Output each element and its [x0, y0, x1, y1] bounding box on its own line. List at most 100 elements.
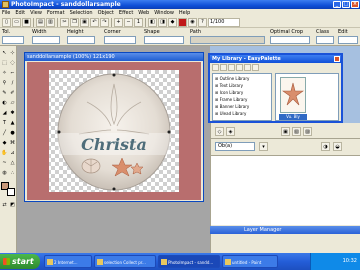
panel-tool-icon[interactable]: ◇	[215, 127, 224, 136]
menu-effect[interactable]: Effect	[119, 10, 133, 16]
close-icon[interactable]	[334, 56, 340, 62]
3d-tool-icon[interactable]: ◆	[1, 140, 8, 147]
eraser-tool-icon[interactable]: ▱	[9, 100, 16, 107]
library-add-icon[interactable]	[244, 64, 251, 71]
smudge-tool-icon[interactable]: ~	[1, 160, 8, 167]
menu-format[interactable]: Format	[47, 10, 65, 16]
selection-tool-icon[interactable]: ⬚	[1, 60, 8, 67]
line-tool-icon[interactable]: ╱	[1, 130, 8, 137]
panel-tool-icon[interactable]: ◈	[226, 127, 235, 136]
menu-help[interactable]: Help	[179, 10, 190, 16]
selection-handle[interactable]	[112, 73, 116, 77]
edit-field[interactable]	[338, 36, 358, 44]
paint-brush-icon[interactable]: ✎	[1, 90, 8, 97]
panel-option-icon[interactable]: ◑	[321, 142, 330, 151]
quick-command-icon[interactable]: ◆	[168, 17, 177, 27]
zoom-out-icon[interactable]: −	[124, 17, 133, 27]
panel-option-icon[interactable]: ▾	[259, 142, 268, 151]
panel-tool-icon[interactable]: ▨	[303, 127, 312, 136]
zoom-tool-icon[interactable]: ⚲	[1, 80, 8, 87]
scan-icon[interactable]: ▥	[46, 17, 55, 27]
help-icon[interactable]: ?	[198, 17, 207, 27]
web-icon[interactable]: ◉	[188, 17, 197, 27]
start-button[interactable]: start	[0, 254, 40, 269]
shape-tool-icon[interactable]: ●	[9, 130, 16, 137]
library-view-icon[interactable]	[236, 64, 243, 71]
library-forward-icon[interactable]	[228, 64, 235, 71]
close-button[interactable]: ×	[351, 1, 359, 8]
menu-view[interactable]: View	[30, 10, 42, 16]
library-item[interactable]: ⊞ Banner Library	[215, 104, 249, 109]
starfish-thumbnail[interactable]	[280, 77, 306, 113]
library-item[interactable]: ⊞ Ulead Library	[215, 111, 246, 116]
zoom-combo[interactable]: 1/100	[208, 17, 240, 27]
minimize-button[interactable]: _	[333, 1, 341, 8]
image-window-titlebar[interactable]: sanddollarsample (100%) 121x190	[25, 53, 203, 61]
maximize-button[interactable]: □	[342, 1, 350, 8]
taskbar-item-active[interactable]: PhotoImpact - sandd...	[158, 255, 220, 268]
path-buttons[interactable]	[190, 36, 265, 44]
clone-tool-icon[interactable]: ✐	[9, 90, 16, 97]
menu-object[interactable]: Object	[98, 10, 114, 16]
menu-edit[interactable]: Edit	[15, 10, 25, 16]
measure-tool-icon[interactable]: ⊿	[9, 150, 16, 157]
selection-handle[interactable]	[57, 130, 61, 134]
particle-tool-icon[interactable]: ∴	[9, 170, 16, 177]
open-folder-icon[interactable]: ▭	[12, 17, 21, 27]
library-home-icon[interactable]	[212, 64, 219, 71]
default-colors-icon[interactable]: ◩	[9, 202, 16, 209]
magic-wand-icon[interactable]: ✧	[1, 70, 8, 77]
sharpen-tool-icon[interactable]: △	[9, 160, 16, 167]
copy-icon[interactable]: ❐	[70, 17, 79, 27]
lasso-tool-icon[interactable]: ◌	[9, 60, 16, 67]
color-replace-icon[interactable]: ◍	[1, 170, 8, 177]
taskbar-item[interactable]: 2 Internet...	[44, 255, 92, 268]
pick-tool-icon[interactable]: ↖	[1, 50, 8, 57]
selection-handle[interactable]	[167, 130, 171, 134]
new-file-icon[interactable]: ▯	[2, 17, 11, 27]
taskbar-item[interactable]: selection Collect pr...	[94, 255, 156, 268]
hand-tool-icon[interactable]: ✋	[1, 150, 8, 157]
path-tool-icon[interactable]: ▲	[9, 120, 16, 127]
layer-manager-bar[interactable]: Layer Manager	[210, 226, 360, 234]
menu-selection[interactable]: Selection	[70, 10, 93, 16]
print-icon[interactable]: ▤	[36, 17, 45, 27]
fill-tool-icon[interactable]: ◢	[1, 110, 8, 117]
width-field[interactable]	[32, 36, 60, 44]
web-tool-icon[interactable]: ⌘	[9, 140, 16, 147]
panel-option-icon[interactable]: ◒	[333, 142, 342, 151]
library-item[interactable]: ⊞ Text Library	[215, 83, 243, 88]
shape-dropdown[interactable]	[144, 36, 184, 44]
text-tool-icon[interactable]: T	[1, 120, 8, 127]
clock[interactable]: 10:32	[343, 258, 357, 264]
library-delete-icon[interactable]	[252, 64, 259, 71]
menu-web[interactable]: Web	[138, 10, 149, 16]
taskbar-item[interactable]: untitled - Paint	[222, 255, 278, 268]
swap-colors-icon[interactable]: ⇄	[1, 202, 8, 209]
cut-icon[interactable]: ✂	[60, 17, 69, 27]
background-color-swatch[interactable]	[7, 188, 15, 196]
transform-tool-icon[interactable]: ⊹	[9, 50, 16, 57]
corner-field[interactable]	[104, 36, 136, 44]
optimal-crop-field[interactable]	[270, 36, 310, 44]
actual-view-icon[interactable]: 1	[134, 17, 143, 27]
crop-tool-icon[interactable]: ⌐	[9, 70, 16, 77]
panel-tool-icon[interactable]: ▣	[281, 127, 290, 136]
undo-icon[interactable]: ↶	[90, 17, 99, 27]
library-item[interactable]: ⊞ Icon Library	[215, 90, 243, 95]
library-back-icon[interactable]	[220, 64, 227, 71]
save-icon[interactable]: ■	[22, 17, 31, 27]
object-dropdown[interactable]: Ob(a)	[215, 142, 255, 151]
easypalette-icon[interactable]: ◧	[148, 17, 157, 27]
color-icon[interactable]	[178, 17, 187, 27]
library-item[interactable]: ⊞ Outline Library	[215, 76, 249, 81]
image-canvas[interactable]: Christa	[27, 62, 201, 200]
redo-icon[interactable]: ↷	[100, 17, 109, 27]
tolerance-field[interactable]	[2, 36, 24, 44]
stamp-tool-icon[interactable]: ✱	[9, 110, 16, 117]
menu-window[interactable]: Window	[154, 10, 174, 16]
class-field[interactable]	[316, 36, 334, 44]
panel-tool-icon[interactable]: ▧	[292, 127, 301, 136]
zoom-in-icon[interactable]: +	[114, 17, 123, 27]
eyedropper-icon[interactable]: ∕	[9, 80, 16, 87]
